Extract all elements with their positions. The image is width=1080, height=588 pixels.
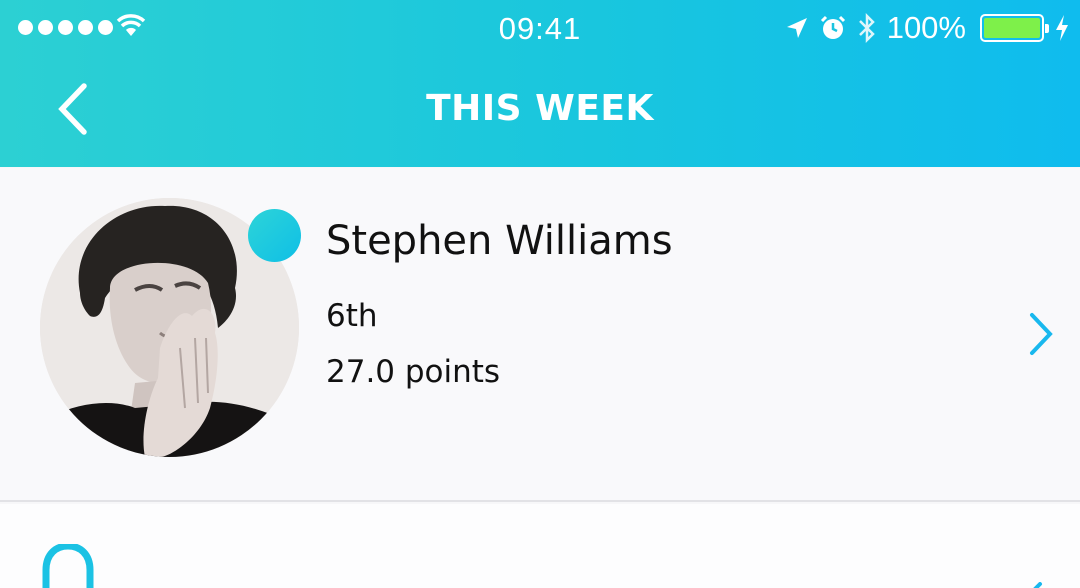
user-rank: 6th [326, 298, 378, 334]
chevron-right-icon [1033, 582, 1042, 588]
leaderboard-next-row[interactable] [0, 504, 1080, 588]
status-dot [248, 209, 301, 262]
battery-icon [980, 14, 1049, 42]
location-arrow-icon [786, 18, 807, 38]
bluetooth-icon [858, 12, 875, 44]
battery-percent: 100% [886, 10, 966, 45]
charging-bolt-icon [1056, 15, 1068, 41]
status-right: 100% [785, 10, 1070, 46]
page-title: THIS WEEK [426, 88, 654, 129]
status-bar: 09:41 100% [0, 0, 1080, 56]
leaderboard-user-row[interactable]: Stephen Williams 6th 27.0 points [0, 168, 1080, 502]
chevron-right-icon [1030, 313, 1053, 355]
row-icon [42, 544, 94, 588]
user-name: Stephen Williams [326, 218, 673, 264]
alarm-icon [820, 15, 845, 39]
nav-bar: THIS WEEK [0, 56, 1080, 167]
user-points: 27.0 points [326, 354, 501, 390]
header: 09:41 100% THIS WEEK [0, 0, 1080, 167]
